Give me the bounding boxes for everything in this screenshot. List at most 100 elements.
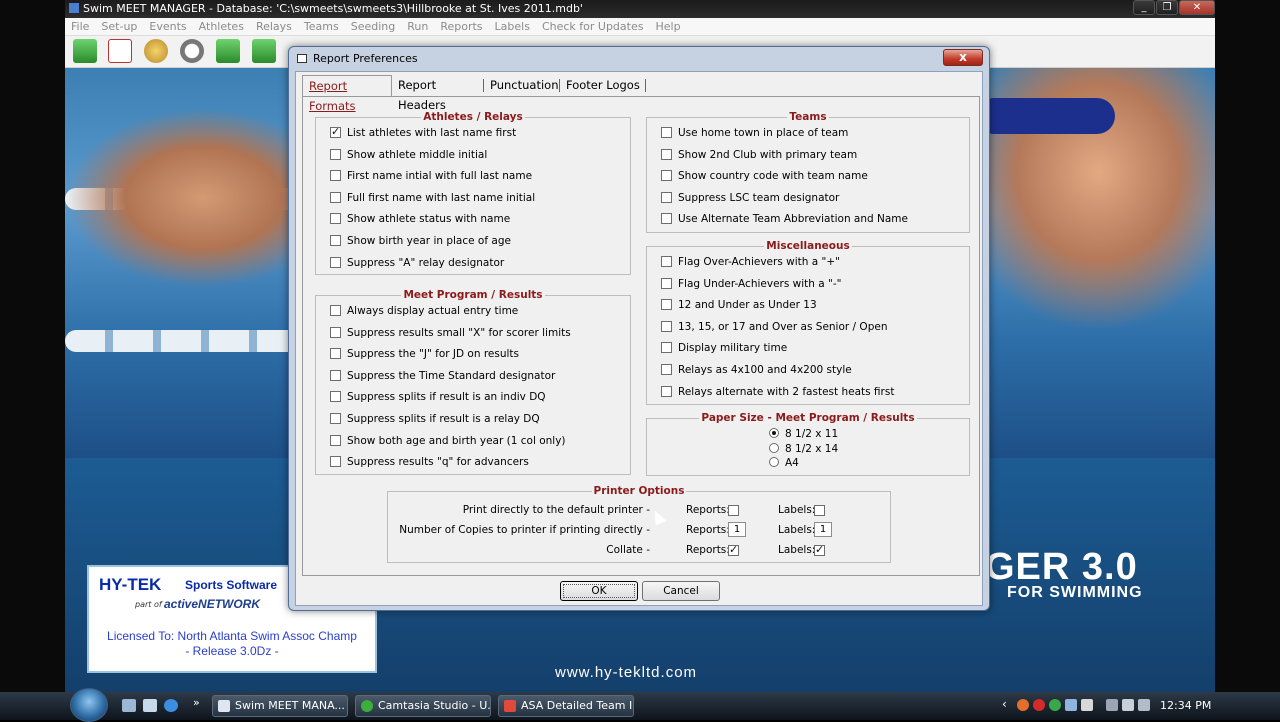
option-checkbox[interactable] — [661, 385, 672, 397]
menu-item-file[interactable]: File — [65, 18, 95, 36]
option-row[interactable]: Suppress the Time Standard designator — [330, 369, 555, 383]
print-labels-checkbox[interactable] — [814, 505, 825, 516]
option-row[interactable]: List athletes with last name first — [330, 125, 516, 140]
option-row[interactable]: Show birth year in place of age — [330, 234, 511, 248]
minimize-button[interactable]: _ — [1133, 0, 1155, 15]
option-checkbox[interactable] — [330, 456, 341, 468]
ok-button[interactable]: OK — [560, 581, 638, 601]
option-row[interactable]: Suppress "A" relay designator — [330, 256, 504, 270]
copies-reports-input[interactable]: 1 — [728, 522, 746, 537]
option-row[interactable]: Suppress splits if result is a relay DQ — [330, 412, 540, 426]
menu-item-events[interactable]: Events — [143, 18, 192, 36]
collate-reports-checkbox[interactable] — [728, 543, 739, 556]
option-row[interactable]: 13, 15, or 17 and Over as Senior / Open — [661, 320, 887, 334]
tray-recording-icon[interactable] — [1049, 699, 1061, 711]
option-row[interactable]: Display military time — [661, 341, 787, 355]
tray-usb-icon[interactable] — [1081, 699, 1093, 711]
paper-size-radio[interactable] — [769, 457, 779, 467]
tab-footer-logos[interactable]: Footer Logos — [560, 75, 646, 96]
option-checkbox[interactable] — [661, 342, 672, 354]
tab-report-headers[interactable]: Report Headers — [392, 75, 484, 112]
tray-expand-icon[interactable]: ‹ — [1002, 697, 1007, 711]
option-row[interactable]: Show country code with team name — [661, 169, 868, 183]
menu-item-relays[interactable]: Relays — [250, 18, 298, 36]
print-reports-checkbox[interactable] — [728, 505, 739, 516]
menu-item-teams[interactable]: Teams — [298, 18, 345, 36]
option-checkbox[interactable] — [661, 127, 672, 138]
paper-size-option[interactable]: 8 1/2 x 14 — [769, 442, 838, 456]
medal-icon[interactable] — [144, 39, 168, 63]
option-checkbox[interactable] — [661, 213, 672, 225]
option-row[interactable]: Suppress the "J" for JD on results — [330, 347, 519, 361]
option-checkbox[interactable] — [330, 305, 341, 316]
task-swim-meet-manager[interactable]: Swim MEET MANA... — [212, 695, 348, 717]
clock[interactable]: 12:34 PM — [1160, 692, 1211, 720]
menu-item-seeding[interactable]: Seeding — [345, 18, 402, 36]
option-row[interactable]: Use Alternate Team Abbreviation and Name — [661, 212, 908, 226]
menu-item-athletes[interactable]: Athletes — [193, 18, 250, 36]
option-checkbox[interactable] — [330, 256, 341, 268]
task-camtasia[interactable]: Camtasia Studio - U... — [355, 695, 491, 717]
paper-size-option[interactable]: A4 — [769, 456, 799, 470]
option-row[interactable]: Relays as 4x100 and 4x200 style — [661, 363, 852, 377]
dialog-close-button[interactable]: x — [943, 49, 983, 66]
menu-item-labels[interactable]: Labels — [489, 18, 536, 36]
option-checkbox[interactable] — [330, 148, 341, 160]
option-row[interactable]: Use home town in place of team — [661, 126, 848, 140]
option-checkbox[interactable] — [330, 369, 341, 381]
calendar-icon[interactable] — [108, 39, 132, 63]
option-checkbox[interactable] — [330, 326, 341, 338]
tray-network-icon[interactable] — [1106, 699, 1118, 711]
tab-report-formats[interactable]: Report Formats — [302, 75, 392, 113]
option-row[interactable]: First name intial with full last name — [330, 169, 532, 183]
tray-app-icon[interactable] — [1017, 699, 1029, 711]
option-row[interactable]: 12 and Under as Under 13 — [661, 298, 817, 312]
collate-labels-checkbox[interactable] — [814, 543, 825, 556]
option-checkbox[interactable] — [661, 277, 672, 289]
option-row[interactable]: Show 2nd Club with primary team — [661, 148, 857, 162]
paper-size-radio[interactable] — [769, 428, 779, 438]
volume-icon[interactable] — [1138, 699, 1150, 711]
paper-size-option[interactable]: 8 1/2 x 11 — [769, 427, 838, 441]
stopwatch-icon[interactable] — [180, 39, 204, 63]
switch-windows-icon[interactable] — [143, 699, 157, 712]
more-quicklaunch[interactable]: » — [193, 696, 200, 709]
option-checkbox[interactable] — [661, 364, 672, 375]
option-row[interactable]: Flag Under-Achievers with a "-" — [661, 277, 842, 291]
option-row[interactable]: Show athlete status with name — [330, 212, 510, 226]
internet-explorer-icon[interactable] — [164, 699, 178, 712]
tray-security-icon[interactable] — [1033, 699, 1045, 711]
option-row[interactable]: Relays alternate with 2 fastest heats fi… — [661, 385, 894, 399]
menu-item-set-up[interactable]: Set-up — [95, 18, 143, 36]
option-row[interactable]: Full first name with last name initial — [330, 191, 535, 205]
option-checkbox[interactable] — [330, 235, 341, 246]
export-arrow-icon[interactable] — [252, 39, 276, 63]
option-checkbox[interactable] — [330, 413, 341, 424]
option-row[interactable]: Suppress results "q" for advancers — [330, 455, 529, 469]
option-row[interactable]: Flag Over-Achievers with a "+" — [661, 255, 840, 269]
menu-item-help[interactable]: Help — [649, 18, 686, 36]
option-row[interactable]: Suppress splits if result is an indiv DQ — [330, 390, 546, 404]
tray-monitor-icon[interactable] — [1122, 699, 1134, 711]
option-row[interactable]: Suppress results small "X" for scorer li… — [330, 326, 571, 340]
download-arrow-icon[interactable] — [216, 39, 240, 63]
option-checkbox[interactable] — [661, 170, 672, 182]
task-asa-report[interactable]: ASA Detailed Team I... — [498, 695, 634, 717]
tab-punctuation[interactable]: Punctuation — [484, 75, 560, 96]
option-checkbox[interactable] — [330, 125, 341, 139]
show-desktop-icon[interactable] — [122, 699, 136, 712]
close-window-button[interactable]: ✕ — [1179, 0, 1215, 15]
cancel-button[interactable]: Cancel — [642, 581, 720, 601]
option-checkbox[interactable] — [330, 348, 341, 360]
option-checkbox[interactable] — [661, 191, 672, 203]
tray-display-icon[interactable] — [1065, 699, 1077, 711]
option-checkbox[interactable] — [330, 170, 341, 182]
option-checkbox[interactable] — [330, 391, 341, 403]
option-row[interactable]: Always display actual entry time — [330, 304, 518, 318]
menu-item-run[interactable]: Run — [401, 18, 434, 36]
option-checkbox[interactable] — [330, 213, 341, 225]
menu-item-check-for-updates[interactable]: Check for Updates — [536, 18, 650, 36]
option-row[interactable]: Suppress LSC team designator — [661, 191, 839, 205]
paper-size-radio[interactable] — [769, 442, 779, 453]
option-checkbox[interactable] — [661, 256, 672, 267]
